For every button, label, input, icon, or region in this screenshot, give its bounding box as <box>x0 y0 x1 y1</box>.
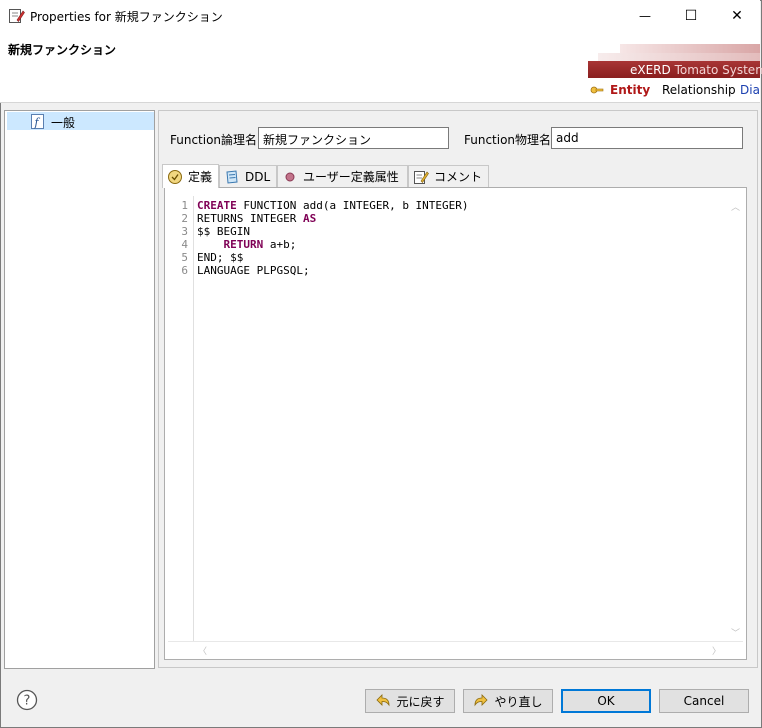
comment-icon <box>414 170 429 184</box>
page-title: 新規ファンクション <box>8 43 117 57</box>
brand-tab-diagram: Diag <box>740 83 760 97</box>
physical-name-label: Function物理名 <box>464 133 552 147</box>
tab-label: コメント <box>434 170 483 184</box>
user-attr-icon <box>285 172 295 181</box>
code-line: LANGUAGE PLPGSQL; <box>197 264 725 277</box>
help-glyph: ? <box>24 694 31 709</box>
maximize-icon: ☐ <box>684 7 698 24</box>
line-number: 3 <box>181 225 188 238</box>
tab-ddl[interactable]: DDL <box>219 165 277 187</box>
tab-label: ユーザー定義属性 <box>303 170 399 184</box>
code-text: RETURNS INTEGER <box>197 212 303 225</box>
logical-name-label: Function論理名 <box>170 133 258 147</box>
tab-definition[interactable]: 定義 <box>162 164 219 188</box>
title-bar[interactable]: Properties for 新規ファンクション — ☐ ✕ <box>0 0 760 31</box>
code-line: $$ BEGIN <box>197 225 725 238</box>
tab-comment[interactable]: コメント <box>408 165 489 187</box>
physical-name-field[interactable]: add <box>551 127 743 149</box>
cancel-button[interactable]: Cancel <box>659 689 749 713</box>
minimize-icon: — <box>639 8 651 23</box>
code-text: END; $$ <box>197 251 244 264</box>
code-area[interactable]: CREATE FUNCTION add(a INTEGER, b INTEGER… <box>197 196 725 641</box>
code-line: RETURNS INTEGER AS <box>197 212 725 225</box>
logical-name-field[interactable]: 新規ファンクション <box>258 127 449 149</box>
dialog-header: 新規ファンクション eXERD Tomato System Entity Rel… <box>0 31 762 103</box>
code-text: LANGUAGE PLPGSQL; <box>197 264 310 277</box>
brand-tabs: Entity Relationship Diag <box>588 81 760 101</box>
redo-label: やり直し <box>494 694 543 709</box>
vertical-scrollbar[interactable]: ︿ ﹀ <box>727 196 743 641</box>
code-line: CREATE FUNCTION add(a INTEGER, b INTEGER… <box>197 199 725 212</box>
scroll-right-icon[interactable]: 〉 <box>712 644 721 657</box>
code-keyword: AS <box>302 212 317 225</box>
help-icon[interactable]: ? <box>16 689 38 711</box>
tree-item-general[interactable]: f 一般 <box>7 112 154 130</box>
tab-user-defined-attributes[interactable]: ユーザー定義属性 <box>277 165 408 187</box>
tab-label: DDL <box>245 169 271 184</box>
code-line: RETURN a+b; <box>197 238 725 251</box>
code-text: FUNCTION add(a INTEGER, b INTEGER) <box>236 199 469 212</box>
scroll-down-icon[interactable]: ﹀ <box>731 626 740 639</box>
scroll-left-icon[interactable]: 〈 <box>198 644 207 657</box>
code-line: END; $$ <box>197 251 725 264</box>
category-tree[interactable]: f 一般 <box>4 110 155 669</box>
maximize-button[interactable]: ☐ <box>668 0 714 31</box>
line-number: 1 <box>181 199 188 212</box>
ok-button[interactable]: OK <box>561 689 651 713</box>
ok-label: OK <box>597 694 615 708</box>
redo-icon <box>475 694 489 707</box>
undo-label: 元に戻す <box>396 694 445 709</box>
brand-logo: eXERD Tomato System <box>630 63 762 77</box>
definition-icon <box>168 169 182 184</box>
undo-icon <box>376 694 390 707</box>
line-number: 4 <box>181 238 188 251</box>
line-number: 6 <box>181 264 188 277</box>
scroll-up-icon[interactable]: ︿ <box>731 200 740 213</box>
brand-tab-relationship: Relationship <box>662 83 736 97</box>
code-keyword: RETURN <box>223 238 264 251</box>
key-icon <box>590 86 604 94</box>
cancel-label: Cancel <box>683 694 725 708</box>
brand-name: eXERD <box>630 63 671 77</box>
window-title: Properties for 新規ファンクション <box>30 10 223 24</box>
horizontal-scrollbar[interactable]: 〈 〉 <box>168 641 743 657</box>
line-number: 2 <box>181 212 188 225</box>
code-keyword: CREATE <box>197 199 237 212</box>
code-text: $$ BEGIN <box>197 225 250 238</box>
brand-subtitle: Tomato System <box>674 63 762 77</box>
tree-item-label: 一般 <box>51 116 76 130</box>
close-icon: ✕ <box>731 7 743 24</box>
line-number: 5 <box>181 251 188 264</box>
tab-label: 定義 <box>188 170 213 184</box>
code-text: a+b; <box>263 238 297 251</box>
close-button[interactable]: ✕ <box>714 0 760 31</box>
edit-document-icon <box>9 9 25 23</box>
undo-button[interactable]: 元に戻す <box>365 689 455 713</box>
ddl-icon <box>226 169 238 184</box>
minimize-button[interactable]: — <box>622 0 668 31</box>
brand-tab-entity: Entity <box>610 83 651 97</box>
redo-button[interactable]: やり直し <box>463 689 553 713</box>
function-doc-icon: f <box>31 114 44 129</box>
line-number-gutter: 123456 <box>168 196 194 641</box>
